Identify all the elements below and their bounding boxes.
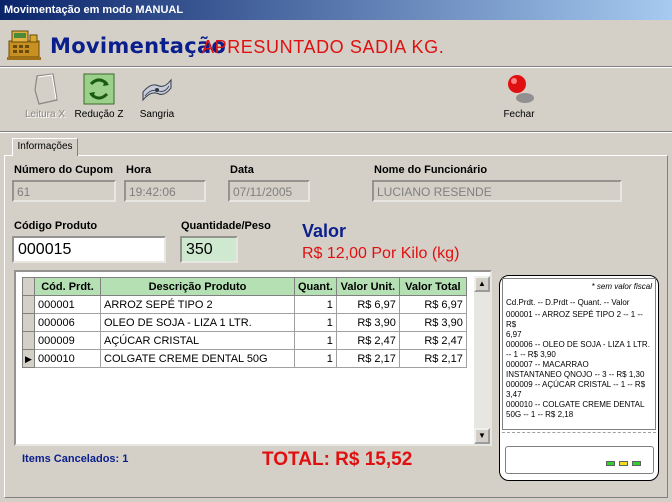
row-indicator-current: ▶ (22, 349, 35, 368)
page-title: Movimentação (50, 34, 227, 58)
cupom-label: Número do Cupom (14, 164, 113, 176)
cupom-field[interactable]: 61 (12, 180, 116, 202)
close-switch-icon (508, 75, 534, 103)
col-header-quantidade[interactable]: Quant. (294, 277, 337, 296)
cell-quantidade: 1 (294, 349, 337, 368)
recycle-icon (83, 73, 115, 105)
cell-valor-unit: R$ 3,90 (335, 313, 400, 332)
receipt-line: INSTANTANEO QNOJO -- 3 -- R$ 1,30 (506, 370, 645, 379)
col-header-valor-total[interactable]: Valor Total (398, 277, 467, 296)
current-row-arrow-icon: ▶ (25, 353, 32, 364)
reducao-z-label: Redução Z (74, 109, 124, 120)
items-grid[interactable]: Cód. Prdt. Descrição Produto Quant. Valo… (22, 277, 467, 368)
row-indicator (22, 331, 35, 350)
col-header-descricao[interactable]: Descrição Produto (100, 277, 295, 296)
green-led-icon (606, 461, 615, 466)
grid-header-row: Cód. Prdt. Descrição Produto Quant. Valo… (22, 277, 467, 296)
cell-valor-unit: R$ 2,17 (335, 349, 400, 368)
receipt-line: -- 1 -- R$ 3,90 (506, 350, 556, 359)
window-title-bar: Movimentação em modo MANUAL (0, 0, 672, 20)
cell-valor-total: R$ 6,97 (398, 295, 467, 314)
quantidade-input[interactable]: 350 (180, 236, 238, 263)
row-indicator (22, 295, 35, 314)
fechar-label: Fechar (503, 109, 535, 120)
table-row[interactable]: 000001 ARROZ SEPÉ TIPO 2 1 R$ 6,97 R$ 6,… (22, 295, 467, 314)
sangria-button[interactable]: Sangria (126, 72, 188, 130)
receipt-line: Cd.Prdt. -- D.Prdt -- Quant. -- Valor (506, 298, 630, 307)
cell-codigo: 000006 (34, 313, 101, 332)
receipt-tear-line (502, 432, 656, 440)
cell-descricao: OLEO DE SOJA - LIZA 1 LTR. (100, 313, 295, 332)
receipt-note: * sem valor fiscal (591, 282, 652, 291)
row-indicator (22, 313, 35, 332)
cell-quantidade: 1 (294, 313, 337, 332)
paper-icon (34, 73, 58, 105)
banknotes-icon (142, 78, 172, 102)
cell-valor-unit: R$ 2,47 (335, 331, 400, 350)
cell-valor-total: R$ 2,17 (398, 349, 467, 368)
cell-valor-unit: R$ 6,97 (335, 295, 400, 314)
receipt-line: 3,47 (506, 390, 522, 399)
receipt-line: 000010 -- COLGATE CREME DENTAL (506, 400, 645, 409)
receipt-paper: * sem valor fiscal Cd.Prdt. -- D.Prdt --… (502, 278, 656, 430)
receipt-line: 000001 -- ARROZ SEPÉ TIPO 2 -- 1 -- R$ (506, 310, 643, 329)
cell-codigo: 000009 (34, 331, 101, 350)
cell-descricao: AÇÚCAR CRISTAL (100, 331, 295, 350)
cell-quantidade: 1 (294, 331, 337, 350)
scroll-down-icon[interactable]: ▼ (474, 428, 490, 444)
col-header-valor-unit[interactable]: Valor Unit. (335, 277, 400, 296)
codigo-produto-input[interactable]: 000015 (12, 236, 166, 263)
current-product-name: APRESUNTADO SADIA KG. (202, 37, 445, 57)
funcionario-label: Nome do Funcionário (374, 164, 488, 176)
data-label: Data (230, 164, 254, 176)
printer-status-panel (505, 446, 654, 474)
cell-quantidade: 1 (294, 295, 337, 314)
col-header-codigo[interactable]: Cód. Prdt. (34, 277, 101, 296)
grid-indicator-header (22, 277, 35, 296)
scroll-up-icon[interactable]: ▲ (474, 276, 490, 292)
cell-descricao: ARROZ SEPÉ TIPO 2 (100, 295, 295, 314)
table-row[interactable]: ▶ 000010 COLGATE CREME DENTAL 50G 1 R$ 2… (22, 349, 467, 368)
tab-informacoes[interactable]: Informações (12, 138, 78, 156)
receipt-line: 6,97 (506, 330, 522, 339)
funcionario-field[interactable]: LUCIANO RESENDE (372, 180, 622, 202)
cell-valor-total: R$ 3,90 (398, 313, 467, 332)
items-cancelados: Items Cancelados: 1 (22, 453, 129, 465)
table-row[interactable]: 000006 OLEO DE SOJA - LIZA 1 LTR. 1 R$ 3… (22, 313, 467, 332)
quantidade-label: Quantidade/Peso (181, 220, 271, 232)
cell-valor-total: R$ 2,47 (398, 331, 467, 350)
valor-price-text: R$ 12,00 Por Kilo (kg) (302, 245, 460, 262)
total-value: TOTAL: R$ 15,52 (262, 449, 413, 470)
leitura-x-button[interactable]: Leitura X (14, 72, 76, 130)
hora-label: Hora (126, 164, 152, 176)
receipt-line: 50G -- 1 -- R$ 2,18 (506, 410, 574, 419)
valor-title: Valor (302, 221, 347, 241)
hora-field[interactable]: 19:42:06 (124, 180, 206, 202)
cell-codigo: 000010 (34, 349, 101, 368)
cell-descricao: COLGATE CREME DENTAL 50G (100, 349, 295, 368)
codigo-produto-label: Código Produto (14, 220, 98, 232)
receipt-line: 000007 -- MACARRAO (506, 360, 589, 369)
green-led-icon (632, 461, 641, 466)
leitura-x-label: Leitura X (24, 109, 66, 120)
yellow-led-icon (619, 461, 628, 466)
divider (0, 66, 672, 68)
grid-scrollbar[interactable]: ▲ ▼ (474, 276, 490, 444)
tab-informacoes-label: Informações (17, 141, 73, 152)
receipt-line: 000009 -- AÇÚCAR CRISTAL -- 1 -- R$ (506, 380, 646, 389)
receipt-line: 000006 -- OLEO DE SOJA - LIZA 1 LTR. (506, 340, 650, 349)
fechar-button[interactable]: Fechar (488, 72, 550, 130)
table-row[interactable]: 000009 AÇÚCAR CRISTAL 1 R$ 2,47 R$ 2,47 (22, 331, 467, 350)
sangria-label: Sangria (139, 109, 175, 120)
divider (0, 131, 672, 133)
window-title: Movimentação em modo MANUAL (4, 4, 184, 16)
data-field[interactable]: 07/11/2005 (228, 180, 310, 202)
reducao-z-button[interactable]: Redução Z (68, 72, 130, 130)
cash-register-icon (7, 30, 41, 60)
cell-codigo: 000001 (34, 295, 101, 314)
